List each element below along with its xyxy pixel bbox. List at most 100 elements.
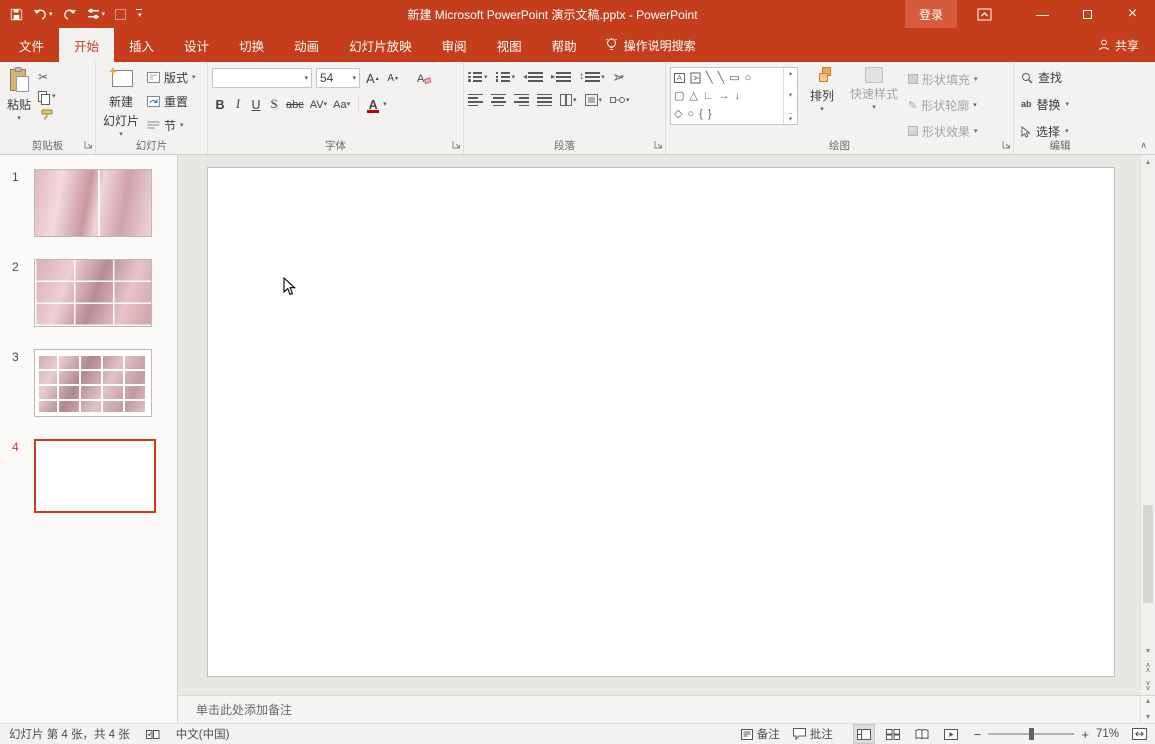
ribbon-display-options-button[interactable] <box>977 8 992 21</box>
down-arrow-shape-icon[interactable]: ↓ <box>735 91 741 102</box>
tab-slideshow[interactable]: 幻灯片放映 <box>334 28 427 62</box>
tab-transitions[interactable]: 切换 <box>224 28 279 62</box>
shapes-scroll-up-icon[interactable]: ▴ <box>789 69 793 77</box>
zoom-in-button[interactable]: + <box>1081 727 1089 742</box>
reset-button[interactable]: 重置 <box>144 92 199 111</box>
slide-sorter-view-button[interactable] <box>883 725 903 743</box>
minimize-button[interactable]: — <box>1020 0 1065 28</box>
scroll-up-button[interactable]: ▲ <box>1141 155 1155 170</box>
justify-button[interactable] <box>537 93 552 107</box>
tab-file[interactable]: 文件 <box>4 28 59 62</box>
normal-view-button[interactable] <box>854 725 874 743</box>
sign-in-button[interactable]: 登录 <box>905 0 957 28</box>
share-button[interactable]: 共享 <box>1098 28 1139 62</box>
left-brace-shape-icon[interactable]: { <box>699 109 703 120</box>
slideshow-view-button[interactable] <box>941 725 961 743</box>
undo-button[interactable]: ▾ <box>33 8 53 20</box>
oval-shape-icon[interactable]: ○ <box>745 73 752 84</box>
numbering-button[interactable]: ▾ <box>496 70 516 84</box>
notes-placeholder[interactable]: 单击此处添加备注 <box>196 701 292 718</box>
line-shape-icon[interactable]: ╲ <box>706 73 713 84</box>
right-brace-shape-icon[interactable]: } <box>708 109 712 120</box>
tab-design[interactable]: 设计 <box>169 28 224 62</box>
font-color-caret-icon[interactable]: ▾ <box>383 101 387 108</box>
slide-1-thumbnail[interactable] <box>34 169 152 237</box>
scroll-down-button[interactable]: ▼ <box>1141 644 1155 659</box>
shapes-scroll-down-icon[interactable]: ▾ <box>789 91 793 99</box>
slide-3-thumbnail[interactable] <box>34 349 152 417</box>
tab-review[interactable]: 审阅 <box>427 28 482 62</box>
zoom-slider-thumb[interactable] <box>1029 728 1034 740</box>
change-case-button[interactable]: Aa▾ <box>331 95 352 114</box>
section-button[interactable]: 节▾ <box>144 116 199 135</box>
zoom-slider[interactable] <box>988 733 1074 735</box>
tell-me-search[interactable]: 操作说明搜索 <box>606 28 696 62</box>
line-arrow-shape-icon[interactable]: ╲ <box>718 73 725 84</box>
vertical-textbox-icon[interactable]: A <box>691 73 701 84</box>
shape-outline-button[interactable]: ✎ 形状轮廓 ▾ <box>906 95 980 115</box>
character-spacing-button[interactable]: AV▾ <box>308 95 329 114</box>
tab-help[interactable]: 帮助 <box>537 28 592 62</box>
redo-button[interactable] <box>63 8 77 20</box>
maximize-button[interactable] <box>1065 0 1110 28</box>
tab-home[interactable]: 开始 <box>59 28 114 62</box>
shape-fill-button[interactable]: 形状填充 ▾ <box>906 69 980 89</box>
slide-editing-surface[interactable] <box>207 167 1115 677</box>
scrollbar-track[interactable] <box>1141 170 1155 644</box>
font-color-button[interactable]: A <box>365 95 381 114</box>
previous-slide-button[interactable]: ∧∧ <box>1141 659 1155 677</box>
next-slide-button[interactable]: ∨∨ <box>1141 677 1155 695</box>
spell-check-icon[interactable] <box>146 729 160 740</box>
tab-view[interactable]: 视图 <box>482 28 537 62</box>
save-icon[interactable] <box>10 8 23 21</box>
language-indicator[interactable]: 中文(中国) <box>176 726 230 742</box>
shapes-gallery[interactable]: A A ╲ ╲ ▭ ○ ▢ △ ∟ → ↓ ◇ <box>670 67 798 125</box>
zoom-level[interactable]: 71% <box>1096 728 1119 740</box>
drawing-dialog-launcher[interactable] <box>1002 138 1011 152</box>
scrollbar-thumb[interactable] <box>1143 505 1153 603</box>
format-painter-button[interactable] <box>38 109 56 121</box>
quick-styles-button[interactable]: 快速样式 ▾ <box>846 65 902 113</box>
font-size-combobox[interactable]: 54▾ <box>316 68 360 88</box>
arrange-button[interactable]: 排列 ▾ <box>798 65 846 115</box>
right-arrow-shape-icon[interactable]: → <box>719 91 730 102</box>
triangle-shape-icon[interactable]: △ <box>689 91 697 102</box>
clipboard-dialog-launcher[interactable] <box>84 138 93 152</box>
elbow-connector-shape-icon[interactable]: ∟ <box>703 91 714 102</box>
close-button[interactable]: × <box>1110 0 1155 28</box>
convert-smartart-button[interactable]: ▾ <box>610 94 630 106</box>
strikethrough-button[interactable]: abc <box>284 95 306 114</box>
layout-button[interactable]: 版式▾ <box>144 68 199 87</box>
font-name-combobox[interactable]: ▾ <box>212 68 312 88</box>
align-right-button[interactable] <box>514 93 529 107</box>
rectangle-shape-icon[interactable]: ▭ <box>729 73 739 84</box>
circle-shape-icon[interactable]: ○ <box>687 109 694 120</box>
align-left-button[interactable] <box>468 93 483 107</box>
paragraph-dialog-launcher[interactable] <box>654 138 663 152</box>
cut-button[interactable]: ✂ <box>38 70 56 84</box>
decrease-indent-button[interactable]: ◂ <box>523 70 543 84</box>
reading-view-button[interactable] <box>912 725 932 743</box>
bold-button[interactable]: B <box>212 95 228 114</box>
slide-2-thumbnail[interactable] <box>34 259 152 327</box>
rounded-rectangle-shape-icon[interactable]: ▢ <box>674 91 684 102</box>
notes-pane[interactable]: 单击此处添加备注 ▲ ▼ <box>178 695 1155 723</box>
columns-button[interactable]: ▾ <box>560 94 577 106</box>
shapes-more-icon[interactable]: ▾ <box>789 113 793 123</box>
increase-indent-button[interactable]: ▸ <box>551 70 571 84</box>
font-dialog-launcher[interactable] <box>452 138 461 152</box>
find-button[interactable]: 查找 <box>1018 67 1072 88</box>
text-direction-button[interactable]: A▾ <box>613 72 624 83</box>
tab-insert[interactable]: 插入 <box>114 28 169 62</box>
align-text-button[interactable]: ▾ <box>585 94 603 106</box>
notes-scroll-down-icon[interactable]: ▼ <box>1145 714 1152 721</box>
italic-button[interactable]: I <box>230 95 246 114</box>
tab-animations[interactable]: 动画 <box>279 28 334 62</box>
replace-button[interactable]: ab 替换 ▾ <box>1018 94 1072 115</box>
touch-mouse-mode-button[interactable]: ▾ <box>87 8 106 20</box>
notes-toggle-button[interactable]: 备注 <box>741 726 780 742</box>
customize-qat-button[interactable]: ▾ <box>136 9 142 19</box>
text-shadow-button[interactable]: S <box>266 95 282 114</box>
notes-scroll-up-icon[interactable]: ▲ <box>1145 698 1152 705</box>
new-slide-button[interactable]: 新建 幻灯片 ▾ <box>100 65 142 140</box>
